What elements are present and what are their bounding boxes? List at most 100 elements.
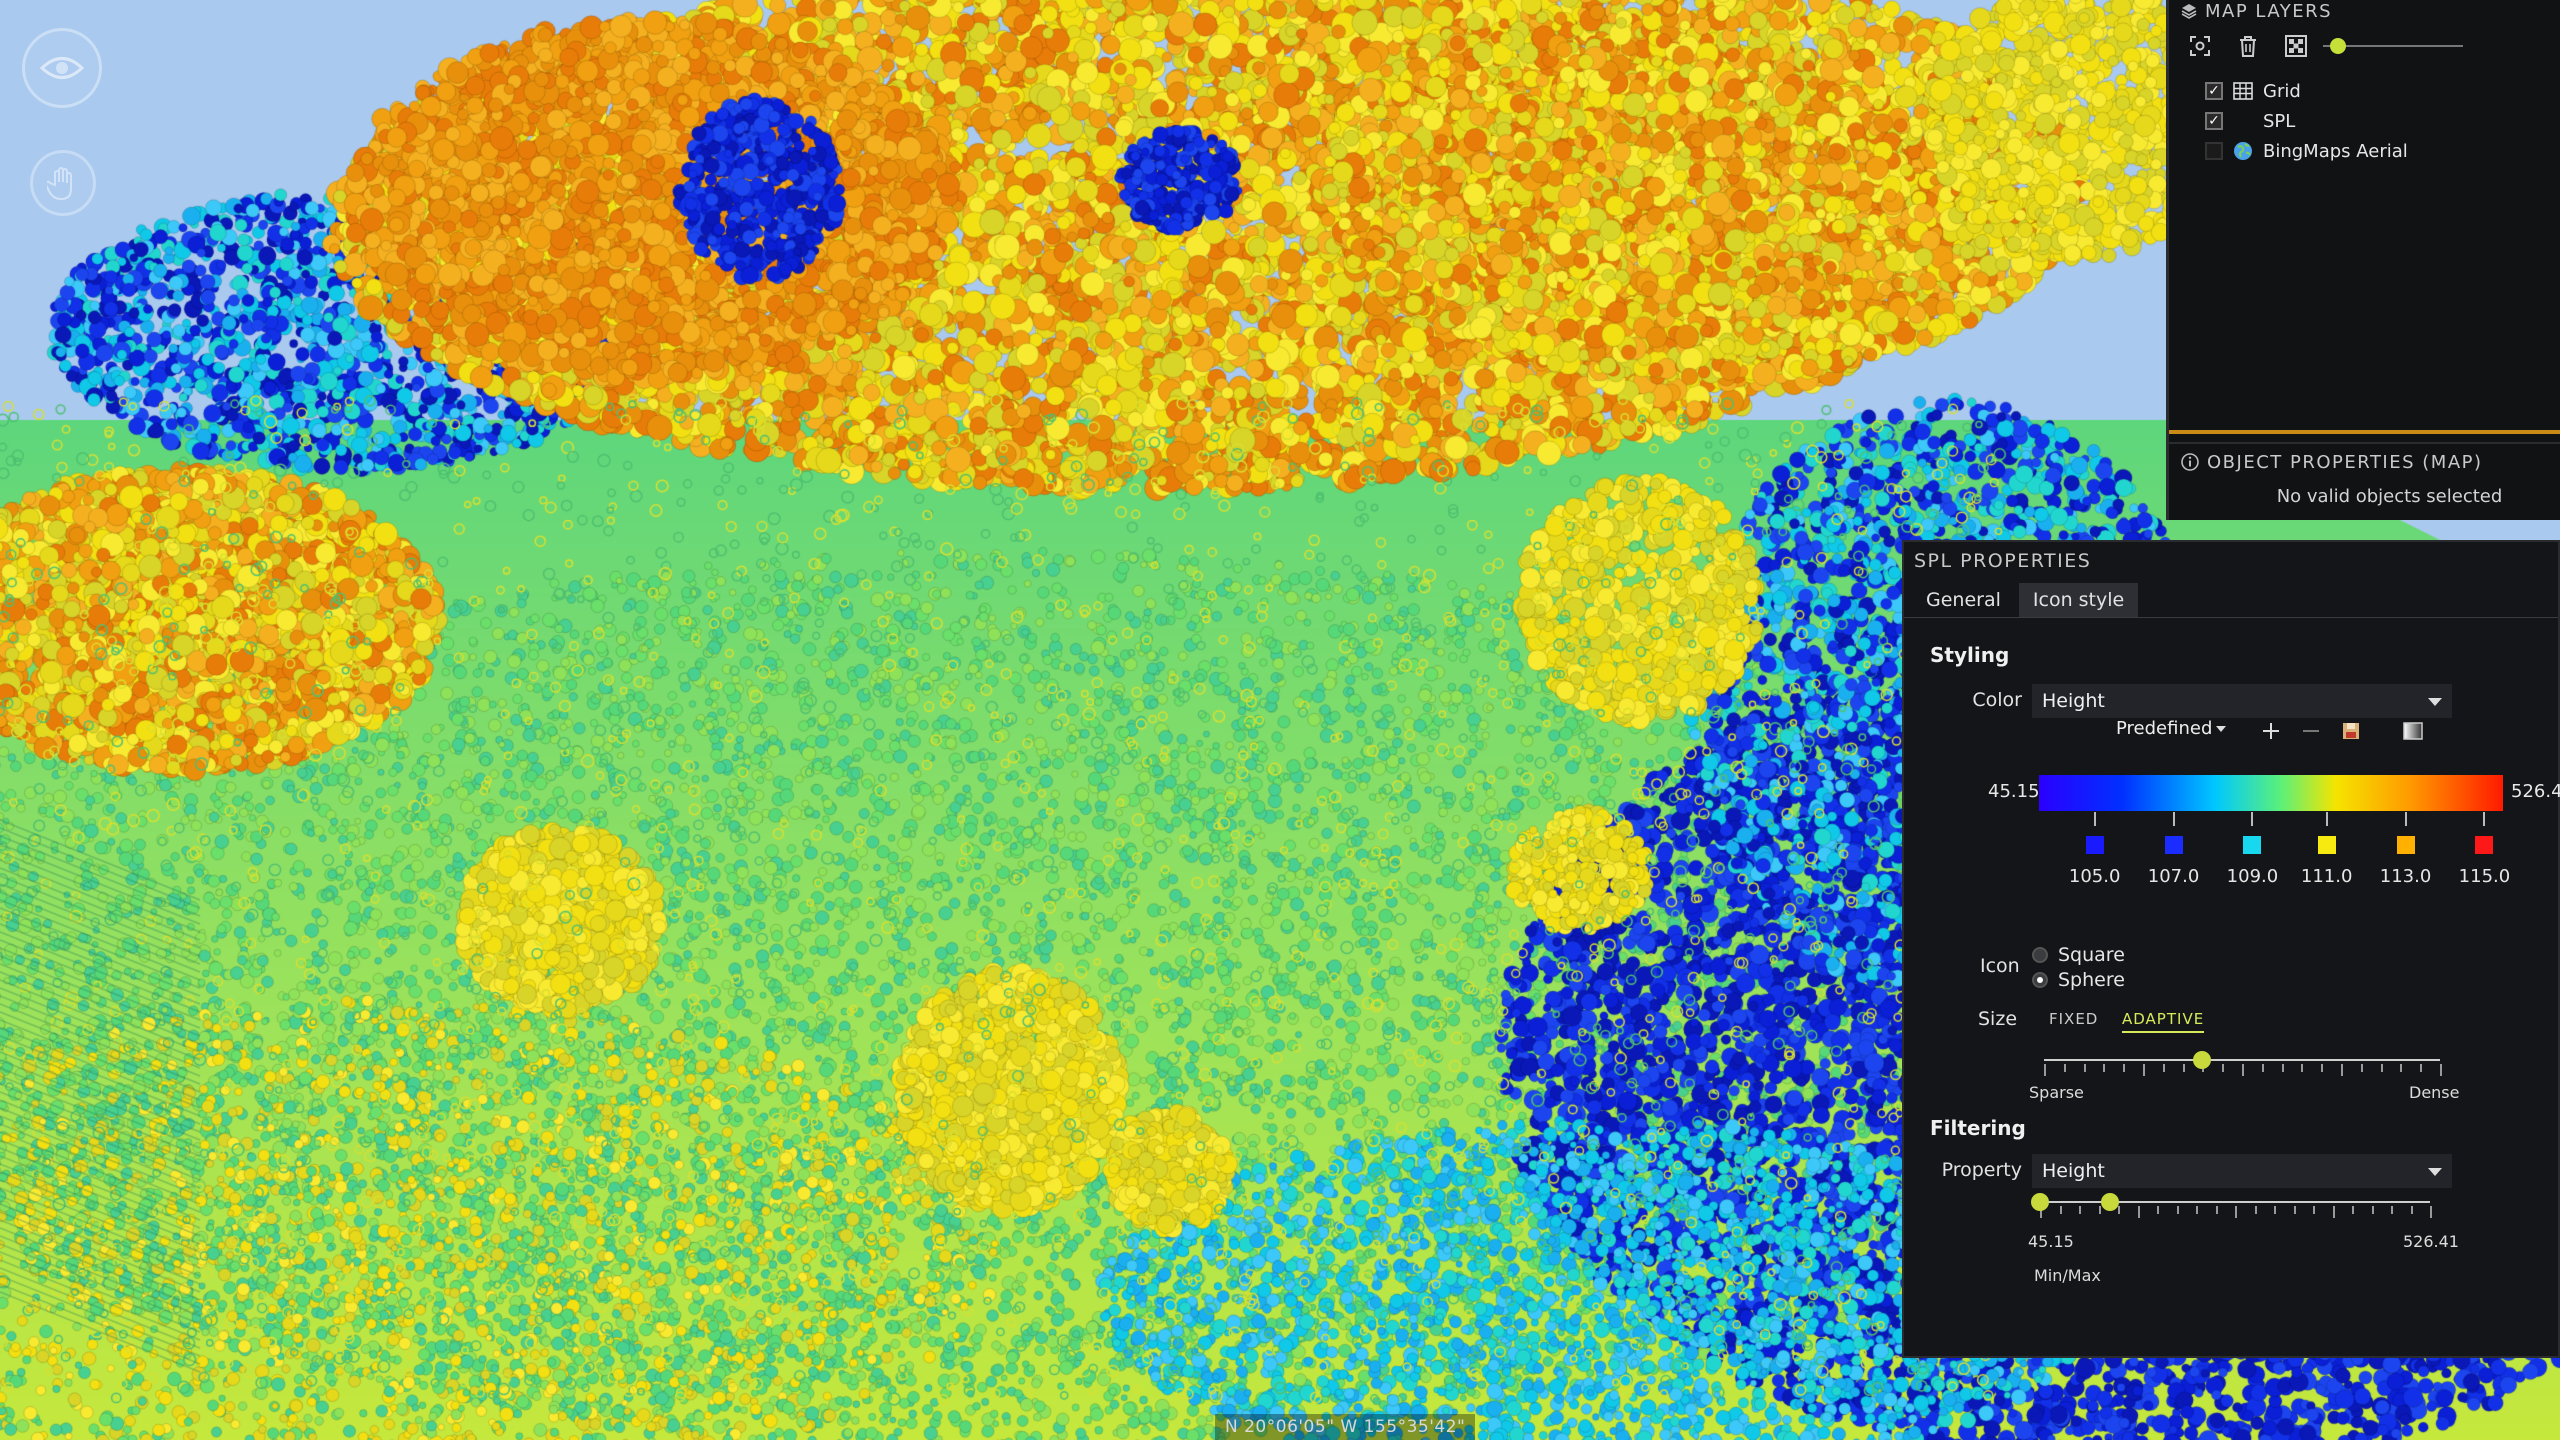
- slider-tick: [2196, 1206, 2198, 1214]
- opacity-thumb[interactable]: [2330, 38, 2346, 54]
- icon-option-square[interactable]: Square: [2032, 944, 2125, 966]
- panel-resize-divider[interactable]: [2169, 430, 2560, 434]
- predefined-label: Predefined: [2116, 718, 2213, 739]
- save-palette-icon: [2343, 723, 2359, 739]
- layer-checkbox-spl[interactable]: ✓: [2205, 112, 2223, 130]
- remove-stop-button[interactable]: [2298, 718, 2324, 744]
- slider-tick: [2059, 1206, 2062, 1214]
- slider-tick: [2215, 1206, 2218, 1214]
- layer-style-button[interactable]: [2283, 33, 2309, 59]
- gradient-stop[interactable]: 115.0: [2454, 812, 2514, 887]
- filter-property-value: Height: [2042, 1160, 2105, 1182]
- gradient-toolbar: Predefined: [0, 718, 2560, 748]
- panel-title: OBJECT PROPERTIES (MAP): [2207, 451, 2483, 473]
- range-min-thumb[interactable]: [2031, 1193, 2049, 1211]
- stop-color-swatch[interactable]: [2317, 836, 2336, 854]
- slider-tick: [2440, 1064, 2442, 1076]
- map-layers-panel: MAP LAYERS ✓ Grid ✓ SPL BingMaps Aerial: [2166, 0, 2560, 442]
- filter-range-slider[interactable]: [2031, 1192, 2432, 1222]
- size-max-label: Dense: [2409, 1083, 2460, 1102]
- invert-gradient-button[interactable]: [2400, 718, 2426, 744]
- size-mode-adaptive[interactable]: ADAPTIVE: [2122, 1010, 2205, 1033]
- stop-color-swatch[interactable]: [2085, 836, 2104, 854]
- layer-checkbox-grid[interactable]: ✓: [2205, 82, 2223, 100]
- slider-tick: [2380, 1064, 2383, 1072]
- hand-icon: [47, 167, 72, 201]
- layer-label-grid: Grid: [2263, 80, 2301, 102]
- point-cloud-icon: [2231, 111, 2255, 131]
- check-icon: ✓: [2208, 83, 2220, 99]
- chevron-down-icon: [2428, 698, 2442, 706]
- slider-tick: [2281, 1064, 2284, 1072]
- slider-tick: [2410, 1206, 2413, 1214]
- sphere-radio-label: Sphere: [2058, 969, 2125, 991]
- size-mode-fixed[interactable]: FIXED: [2049, 1010, 2098, 1028]
- gradient-stop[interactable]: 113.0: [2376, 812, 2436, 887]
- layers-icon: [2181, 4, 2197, 19]
- range-max-label: 526.41: [2403, 1232, 2459, 1251]
- map-layers-header: MAP LAYERS: [2169, 0, 2560, 22]
- tab-icon-style[interactable]: Icon style: [2018, 583, 2139, 617]
- chevron-down-icon: [2428, 1168, 2442, 1176]
- stop-color-swatch[interactable]: [2475, 836, 2494, 854]
- add-stop-button[interactable]: [2258, 718, 2284, 744]
- slider-tick: [2293, 1206, 2296, 1214]
- range-slider-ticks: [2040, 1206, 2432, 1218]
- layer-row-bingmaps[interactable]: BingMaps Aerial: [2205, 136, 2560, 166]
- layer-row-grid[interactable]: ✓ Grid: [2205, 76, 2560, 106]
- zoom-to-layer-button[interactable]: [2187, 33, 2213, 59]
- stop-tick: [2483, 812, 2486, 826]
- slider-tick: [2176, 1206, 2179, 1214]
- stop-color-swatch[interactable]: [2164, 836, 2183, 854]
- slider-tick: [2083, 1064, 2086, 1072]
- color-attribute-value: Height: [2042, 690, 2105, 712]
- gradient-min-value: 45.15: [1988, 781, 2040, 802]
- stop-value: 107.0: [2147, 866, 2200, 887]
- icon-option-sphere[interactable]: Sphere: [2032, 969, 2125, 991]
- predefined-gradients-button[interactable]: Predefined: [2116, 718, 2227, 739]
- stop-value: 109.0: [2226, 866, 2279, 887]
- point-size-slider[interactable]: [2044, 1050, 2442, 1080]
- look-around-control[interactable]: [22, 28, 102, 108]
- slider-tick: [2332, 1206, 2335, 1218]
- gradient-stop[interactable]: 107.0: [2144, 812, 2204, 887]
- range-slider-track: [2040, 1201, 2430, 1203]
- size-slider-track: [2044, 1059, 2440, 1061]
- size-min-label: Sparse: [2029, 1083, 2084, 1102]
- sphere-radio[interactable]: [2032, 972, 2048, 988]
- stop-value: 105.0: [2068, 866, 2121, 887]
- slider-tick: [2360, 1064, 2363, 1072]
- stop-tick: [2251, 812, 2254, 826]
- layer-row-spl[interactable]: ✓ SPL: [2205, 106, 2560, 136]
- layer-opacity-slider[interactable]: [2323, 35, 2463, 57]
- layer-checkbox-bingmaps[interactable]: [2205, 142, 2223, 160]
- chevron-down-icon: [2216, 726, 2227, 732]
- gradient-stop[interactable]: 111.0: [2297, 812, 2357, 887]
- range-min-label: 45.15: [2028, 1232, 2074, 1251]
- slider-tick: [2242, 1064, 2244, 1076]
- color-label: Color: [1972, 689, 2022, 711]
- delete-layer-button[interactable]: [2235, 33, 2261, 59]
- save-gradient-button[interactable]: [2338, 718, 2364, 744]
- color-attribute-dropdown[interactable]: Height: [2032, 684, 2452, 718]
- object-properties-panel: OBJECT PROPERTIES (MAP) No valid objects…: [2166, 442, 2560, 520]
- square-radio[interactable]: [2032, 947, 2048, 963]
- layers-toolbar: [2169, 22, 2560, 70]
- stop-color-swatch[interactable]: [2243, 836, 2262, 854]
- coordinate-readout: N 20°06'05" W 155°35'42": [1215, 1414, 1476, 1440]
- color-gradient-bar[interactable]: [2039, 775, 2503, 811]
- check-icon: ✓: [2208, 113, 2220, 129]
- spl-tabs: General Icon style: [1904, 580, 2558, 618]
- layer-label-bingmaps: BingMaps Aerial: [2263, 140, 2408, 162]
- slider-tick: [2103, 1064, 2106, 1072]
- gradient-stop[interactable]: 109.0: [2222, 812, 2282, 887]
- pan-control[interactable]: [30, 150, 96, 216]
- min-max-button[interactable]: Min/Max: [2034, 1266, 2101, 1285]
- checker-icon: [2285, 35, 2307, 57]
- gradient-stop[interactable]: 105.0: [2065, 812, 2125, 887]
- stop-tick: [2325, 812, 2328, 826]
- stop-color-swatch[interactable]: [2396, 836, 2415, 854]
- tab-general[interactable]: General: [1912, 583, 2015, 617]
- filter-property-dropdown[interactable]: Height: [2032, 1154, 2452, 1188]
- filtering-section-title: Filtering: [1930, 1116, 2026, 1140]
